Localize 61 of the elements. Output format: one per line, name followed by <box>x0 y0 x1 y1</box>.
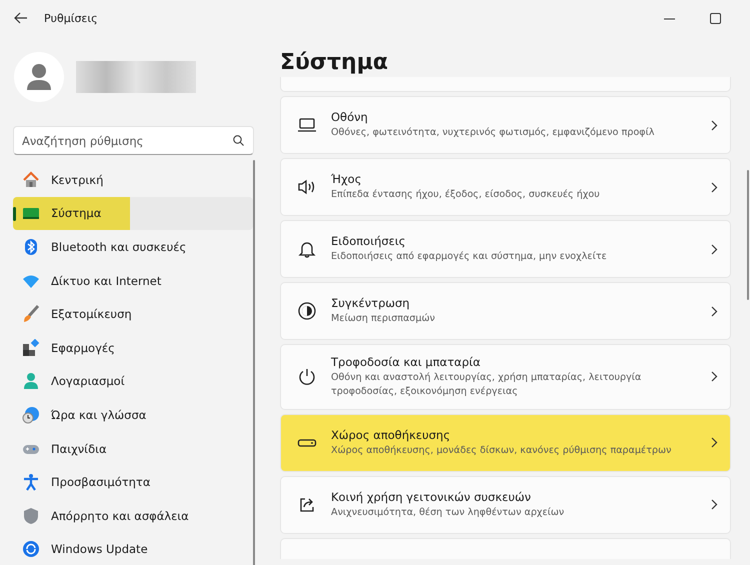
sidebar-item[interactable]: Λογαριασμοί <box>13 364 253 398</box>
card-title: Οθόνη <box>331 110 369 124</box>
brush-icon <box>22 305 40 324</box>
sidebar-item[interactable]: Κεντρική <box>13 163 253 197</box>
search-icon <box>233 135 244 146</box>
settings-card[interactable]: Κοινή χρήση γειτονικών συσκευών Ανιχνευσιμότητα, θέση των ληφθέντων αρχείων <box>280 476 731 534</box>
card-subtitle: Επίπεδα έντασης ήχου, έξοδος, είσοδος, συσκευές ήχου <box>331 188 601 202</box>
card-subtitle: Μείωση περισπασμών <box>331 312 436 326</box>
shield-icon <box>22 506 40 525</box>
chevron-icon <box>710 371 718 382</box>
card-title: Ήχος <box>331 172 362 186</box>
avatar-icon <box>14 52 64 102</box>
card-title: Χώρος αποθήκευσης <box>331 428 452 442</box>
chevron-icon <box>710 120 718 130</box>
globe-clock-icon <box>22 406 40 424</box>
sidebar-item[interactable]: Δίκτυο και Internet <box>13 264 253 298</box>
sidebar-item[interactable]: Προσβασιμότητα <box>13 465 253 499</box>
sidebar-item[interactable]: Απόρρητο και ασφάλεια <box>13 498 253 533</box>
card-title: Τροφοδοσία και μπαταρία <box>331 355 482 369</box>
person-icon <box>22 372 40 390</box>
sidebar-item[interactable]: Σύστημα <box>13 196 253 230</box>
card-subtitle: Οθόνη και αναστολή λειτουργίας, χρήση μπαταρίας, λειτουργία τροφοδοσίας, εξοικονόμηση ενέργειας <box>331 371 642 399</box>
focus-icon <box>297 301 317 321</box>
chevron-icon <box>710 182 718 192</box>
card-title: Συγκέντρωση <box>331 296 411 310</box>
search-field[interactable]: Αναζήτηση ρύθμισης <box>13 126 254 155</box>
house-icon <box>22 170 40 189</box>
page-title: Σύστημα <box>280 50 390 75</box>
chevron-icon <box>710 437 718 448</box>
accessibility-icon <box>22 473 40 492</box>
sidebar-item[interactable]: Bluetooth και συσκευές <box>13 230 253 264</box>
settings-card[interactable]: Ειδοποιήσεις Ειδοποιήσεις από εφαρμογές και σύστημα, μην ενοχλείτε <box>280 220 731 278</box>
scrollbar[interactable] <box>747 170 749 300</box>
window-title: Ρυθμίσεις <box>44 12 99 24</box>
card-title: Κοινή χρήση γειτονικών συσκευών <box>331 490 532 504</box>
card-subtitle: Ανιχνευσιμότητα, θέση των ληφθέντων αρχείων <box>331 506 566 520</box>
settings-card[interactable]: Οθόνη Οθόνες, φωτεινότητα, νυχτερινός φωτισμός, εμφανιζόμενο προφίλ <box>280 96 731 154</box>
card-subtitle: Ειδοποιήσεις από εφαρμογές και σύστημα, μην ενοχλείτε <box>331 250 608 264</box>
sidebar-item[interactable]: Ώρα και γλώσσα <box>13 398 253 432</box>
back-icon[interactable] <box>14 12 28 24</box>
settings-card[interactable]: Ήχος Επίπεδα έντασης ήχου, έξοδος, είσοδος, συσκευές ήχου <box>280 158 731 216</box>
chevron-icon <box>710 499 718 510</box>
card-title: Ειδοποιήσεις <box>331 234 407 248</box>
settings-card[interactable]: Χώρος αποθήκευσης Χώρος αποθήκευσης, μονάδες δίσκων, κανόνες ρύθμισης παραμέτρων <box>280 414 731 472</box>
power-icon <box>297 366 317 387</box>
settings-card[interactable]: Τροφοδοσία και μπαταρία Οθόνη και αναστολή λειτουργίας, χρήση μπαταρίας, λειτουργία τροφοδοσίας, εξοικονόμηση ενέργειας <box>280 344 731 410</box>
selection-indicator <box>13 206 16 221</box>
chevron-icon <box>710 306 718 316</box>
chevron-icon <box>710 244 718 254</box>
speaker-icon <box>297 177 317 197</box>
sidebar-item[interactable]: Παιχνίδια <box>13 432 253 466</box>
sidebar-item[interactable]: Εξατομίκευση <box>13 297 253 331</box>
update-icon <box>22 540 40 558</box>
bluetooth-icon <box>22 238 40 256</box>
apps-icon <box>22 338 40 357</box>
card-subtitle: Χώρος αποθήκευσης, μονάδες δίσκων, κανόνες ρύθμισης παραμέτρων <box>331 444 672 458</box>
sidebar-item[interactable]: Windows Update <box>13 532 253 565</box>
settings-card[interactable]: Συγκέντρωση Μείωση περισπασμών <box>280 282 731 340</box>
sidebar-item[interactable]: Εφαρμογές <box>13 330 253 365</box>
maximize-icon[interactable] <box>710 12 720 24</box>
card-subtitle: Οθόνες, φωτεινότητα, νυχτερινός φωτισμός, εμφανιζόμενο προφίλ <box>331 126 656 140</box>
